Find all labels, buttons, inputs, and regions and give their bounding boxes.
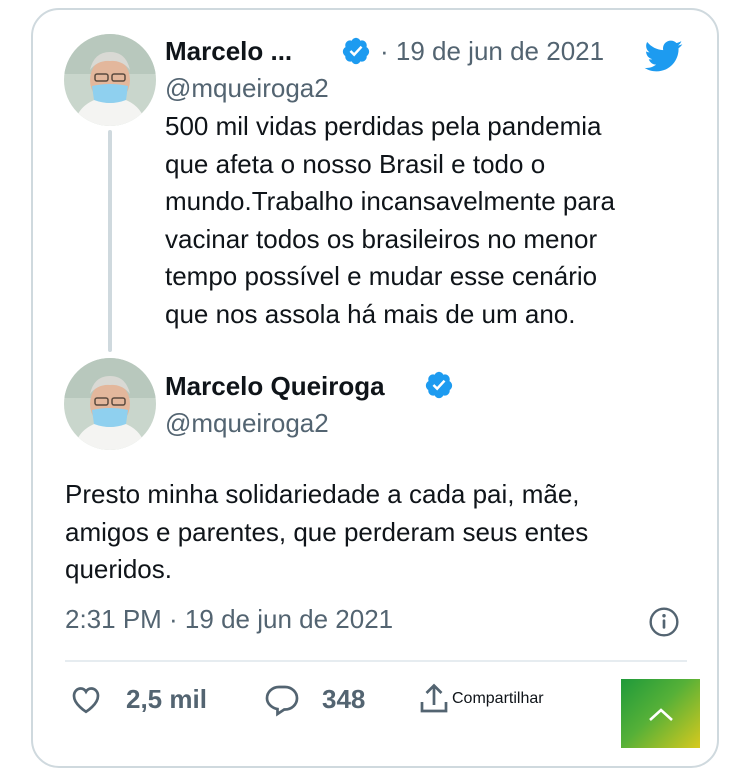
share-label: Compartilhar xyxy=(452,690,544,707)
divider xyxy=(65,660,687,662)
verified-badge-icon xyxy=(342,37,370,65)
thread-connector-line xyxy=(108,130,112,352)
twitter-bird-icon[interactable] xyxy=(640,36,686,76)
share-icon xyxy=(420,683,448,713)
like-count: 2,5 mil xyxy=(126,683,207,714)
quoted-tweet-date[interactable]: · 19 de jun de 2021 xyxy=(380,36,604,67)
share-button[interactable]: Compartilhar xyxy=(416,676,621,722)
speech-bubble-icon xyxy=(265,685,299,717)
author-handle[interactable]: @mqueiroga2 xyxy=(165,408,329,439)
text-line: 500 mil vidas perdidas pela pandemia xyxy=(165,111,602,141)
verified-badge-icon xyxy=(425,371,453,399)
text-line: vacinar todos os brasileiros no menor xyxy=(165,223,598,254)
text-line: tempo possível e mudar esse cenário xyxy=(165,261,598,292)
scroll-to-top-button[interactable] xyxy=(621,679,700,748)
text-line: queridos. xyxy=(65,554,172,585)
quoted-handle[interactable]: @mqueiroga2 xyxy=(165,73,329,104)
text-line: amigos e parentes, que perderam seus ent… xyxy=(65,516,589,547)
quoted-author-name[interactable]: Marcelo ... xyxy=(165,36,292,67)
text-line: Presto minha solidariedade a cada pai, m… xyxy=(65,479,580,509)
info-icon[interactable] xyxy=(648,606,680,638)
tweet-timestamp[interactable]: 2:31 PM · 19 de jun de 2021 xyxy=(65,604,393,635)
text-line: mundo.Trabalho incansavelmente para xyxy=(165,186,615,217)
author-name[interactable]: Marcelo Queiroga xyxy=(165,371,385,402)
heart-icon xyxy=(72,687,100,714)
like-button[interactable]: 2,5 mil xyxy=(68,676,207,722)
text-line: que nos assola há mais de um ano. xyxy=(165,298,576,329)
avatar[interactable] xyxy=(64,34,156,126)
chevron-up-icon xyxy=(648,707,673,721)
reply-count: 348 xyxy=(322,683,366,714)
text-line: que afeta o nosso Brasil e todo o xyxy=(165,148,546,179)
avatar[interactable] xyxy=(64,358,156,450)
quoted-tweet-text: 500 mil vidas perdidas pela pandemia que… xyxy=(165,108,615,334)
reply-button[interactable]: 348 xyxy=(264,676,365,722)
tweet-text: Presto minha solidariedade a cada pai, m… xyxy=(65,476,588,589)
